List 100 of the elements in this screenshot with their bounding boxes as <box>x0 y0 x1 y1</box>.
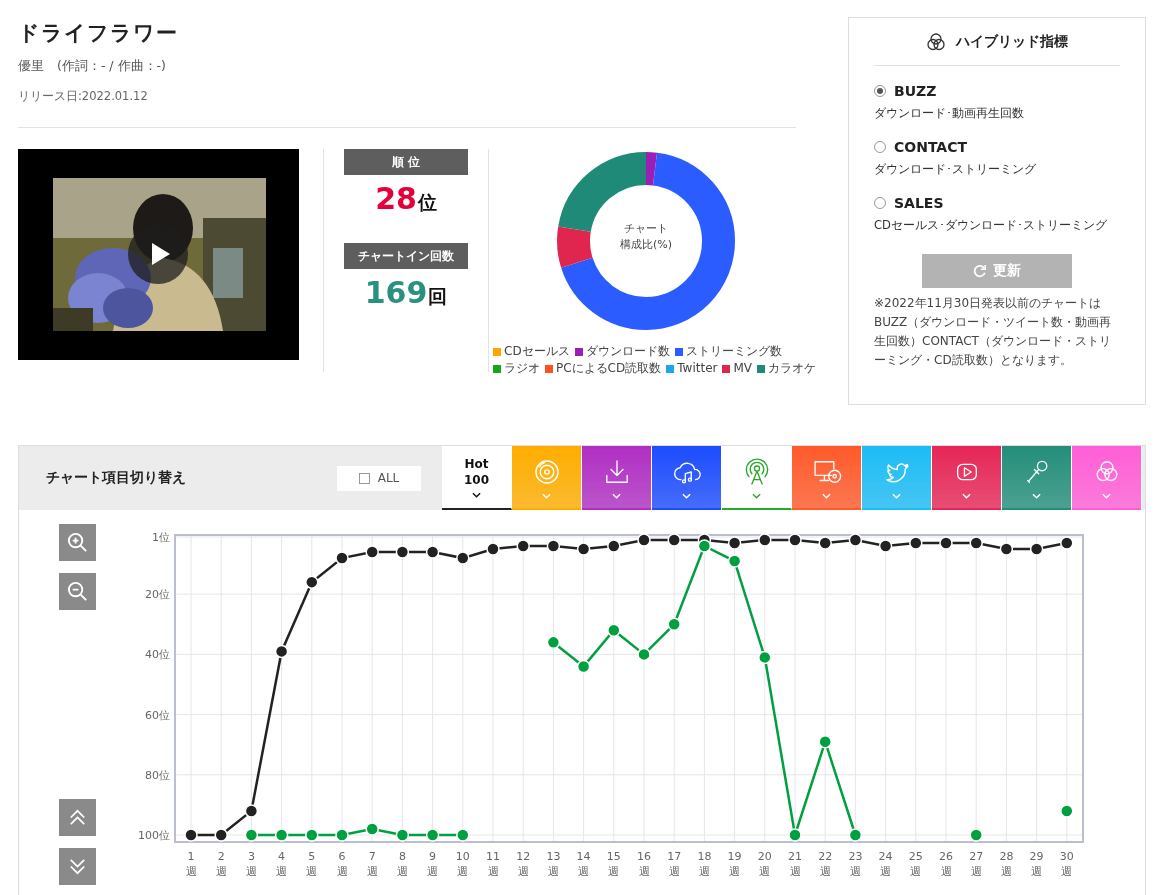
x-axis-label: 29週 <box>1029 850 1044 878</box>
option-label[interactable]: CONTACT <box>894 139 967 155</box>
caret-icon <box>1032 493 1041 499</box>
x-axis-label: 23週 <box>848 850 863 878</box>
point <box>818 734 832 749</box>
point <box>184 828 198 842</box>
legend-label: CDセールス <box>504 343 570 360</box>
point <box>667 533 681 547</box>
point <box>878 539 893 553</box>
chart-tab[interactable] <box>722 446 792 510</box>
zoom-in-button[interactable] <box>59 524 96 561</box>
y-axis-label: 80位 <box>145 768 170 782</box>
x-axis-label: 14週 <box>576 850 591 878</box>
x-axis-label: 22週 <box>818 850 833 878</box>
point <box>999 542 1014 556</box>
x-axis-label: 19週 <box>727 850 742 878</box>
caret-icon <box>892 493 901 499</box>
point <box>365 545 379 559</box>
x-axis-label: 9週 <box>427 850 439 878</box>
y-axis-label: 1位 <box>152 531 170 544</box>
point <box>1029 542 1044 556</box>
legend-label: ダウンロード数 <box>585 343 670 360</box>
donut-center-label: チャート <box>623 221 669 237</box>
checkbox[interactable] <box>358 472 370 484</box>
x-axis-label: 7週 <box>366 850 378 878</box>
legend-label: PCによるCD読取数 <box>556 360 662 377</box>
caret-icon <box>752 493 761 499</box>
note-text: ※2022年11月30日発表以前のチャートはBUZZ（ダウンロード・ツイート数・動画再生回数）CONTACT（ダウンロード・ストリーミング・CD読取数）となります。 <box>874 295 1113 369</box>
legend-label: カラオケ <box>768 360 816 377</box>
chart-tab[interactable] <box>652 446 722 510</box>
option-description: CDセールス･ダウンロード･ストリーミング <box>874 217 1108 234</box>
point <box>576 542 591 556</box>
x-axis-label: 27週 <box>969 850 984 878</box>
point <box>395 828 410 842</box>
all-toggle[interactable]: ALL <box>337 465 421 491</box>
x-axis-label: 1週 <box>185 850 197 878</box>
section-title: チャート項目切り替え <box>46 469 187 487</box>
point <box>909 536 923 550</box>
y-axis-label: 20位 <box>145 588 170 602</box>
x-axis-label: 17週 <box>667 850 682 878</box>
point <box>758 650 772 665</box>
point <box>516 539 530 553</box>
point <box>727 554 742 568</box>
chart-tab[interactable] <box>582 446 652 510</box>
chart-in-unit: 回 <box>428 284 448 309</box>
refresh-icon <box>973 264 987 278</box>
song-title: ドライフラワー <box>18 20 179 47</box>
x-axis-label: 24週 <box>878 850 893 878</box>
x-axis-label: 21週 <box>788 850 802 878</box>
legend-label: Twitter <box>677 360 718 377</box>
zoom-out-icon <box>66 580 89 603</box>
point <box>305 828 319 842</box>
rank-unit: 位 <box>417 191 437 215</box>
x-axis-label: 25週 <box>908 850 923 878</box>
x-axis-label: 12週 <box>516 850 531 878</box>
donut-center-label: 構成比(%) <box>618 237 673 253</box>
chart-tab[interactable] <box>932 446 1002 510</box>
point <box>1060 536 1074 550</box>
point <box>546 539 561 553</box>
x-axis-label: 4週 <box>276 850 288 878</box>
rank-value: 28 <box>375 180 417 218</box>
x-axis-label: 16週 <box>637 850 651 878</box>
point <box>365 822 379 836</box>
point <box>274 828 289 842</box>
point <box>244 828 259 842</box>
point <box>848 533 863 547</box>
rank-label: 順 位 <box>344 149 468 175</box>
point <box>274 644 289 659</box>
video-player[interactable] <box>18 149 299 360</box>
x-axis-label: 11週 <box>486 850 500 878</box>
point <box>939 536 953 550</box>
point <box>335 551 349 565</box>
caret-icon <box>542 493 551 499</box>
point <box>607 623 621 638</box>
x-axis-label: 10週 <box>455 850 470 878</box>
chart-tab[interactable] <box>1002 446 1072 510</box>
x-axis-label: 30週 <box>1059 850 1074 878</box>
option-label[interactable]: BUZZ <box>894 83 937 99</box>
point <box>546 635 561 650</box>
legend-label: ストリーミング数 <box>685 343 782 360</box>
chart-tab[interactable] <box>792 446 862 510</box>
point <box>335 828 349 842</box>
point <box>425 545 440 559</box>
credits-text: 優里 (作詞：- / 作曲：-) <box>18 57 167 75</box>
x-axis-label: 6週 <box>336 850 348 878</box>
chart-tab[interactable]: Hot 100 <box>442 446 512 510</box>
point <box>637 533 651 547</box>
scroll-up-button[interactable] <box>59 799 96 836</box>
circles-icon <box>926 32 946 52</box>
scroll-down-button[interactable] <box>59 848 96 885</box>
zoom-out-button[interactable] <box>59 573 96 610</box>
legend-label: MV <box>733 360 752 377</box>
point <box>305 575 319 589</box>
option-label[interactable]: SALES <box>894 195 944 211</box>
y-axis-label: 100位 <box>138 829 170 842</box>
point <box>788 533 802 547</box>
point <box>788 828 802 842</box>
chart-tab[interactable] <box>1072 446 1142 510</box>
point <box>607 539 621 553</box>
point <box>244 804 259 818</box>
